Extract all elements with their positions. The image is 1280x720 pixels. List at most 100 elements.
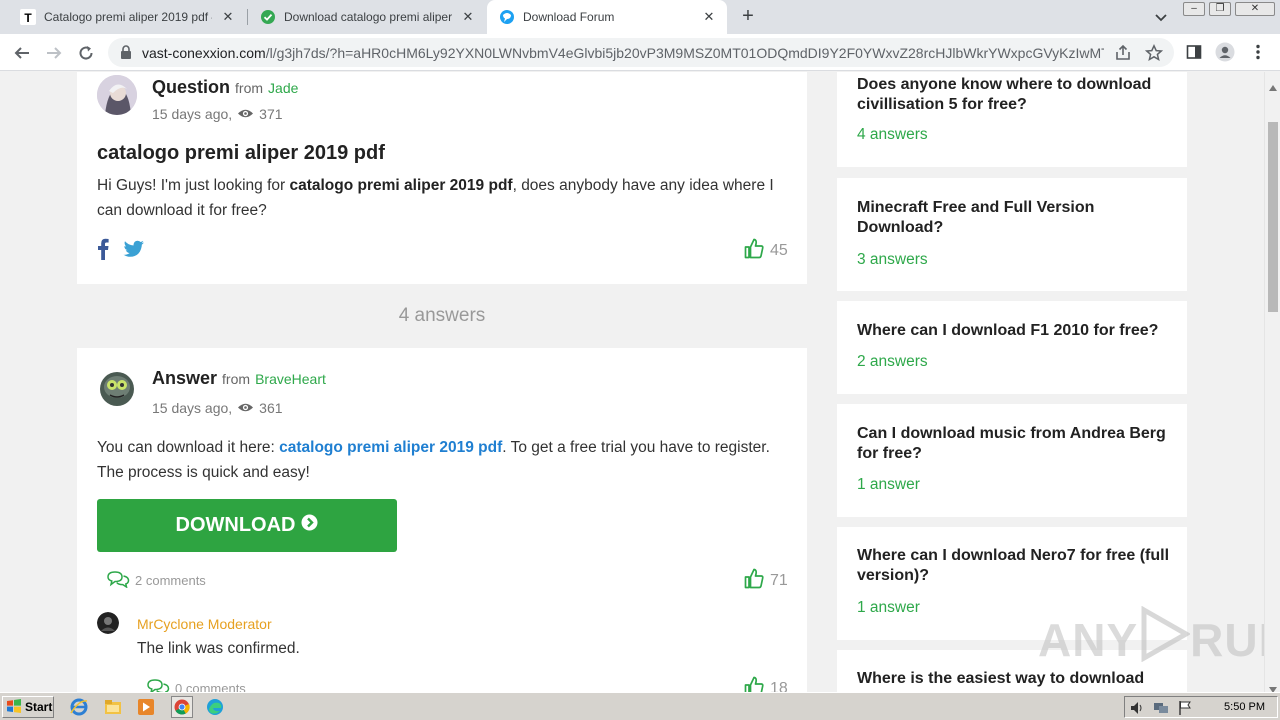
sidebar-question-card[interactable]: Can I download music from Andrea Berg fo… [837, 404, 1187, 517]
network-icon[interactable] [1153, 700, 1169, 720]
sidebar-question-card[interactable]: Minecraft Free and Full Version Download… [837, 178, 1187, 291]
sidebar-question-title[interactable]: Where can I download F1 2010 for free? [857, 321, 1172, 341]
sidebar-question-card[interactable]: Where can I download F1 2010 for free? 2… [837, 301, 1187, 394]
watermark-left-text: ANY [1038, 613, 1139, 666]
answer-like-button[interactable]: 71 [744, 567, 788, 594]
svg-text:T: T [24, 11, 32, 25]
moderator-like-count: 18 [770, 679, 788, 693]
forward-arrow-icon[interactable] [42, 41, 66, 65]
mrcyclone-avatar[interactable] [97, 612, 119, 634]
back-arrow-icon[interactable] [10, 41, 34, 65]
question-author-link[interactable]: Jade [268, 80, 298, 96]
question-body: Hi Guys! I'm just looking for catalogo p… [97, 173, 787, 223]
media-player-icon[interactable] [137, 698, 155, 716]
side-panel-icon[interactable] [1184, 42, 1204, 62]
edge-icon[interactable] [206, 698, 224, 716]
question-age: 15 days ago, [152, 106, 233, 122]
volume-icon[interactable] [1129, 700, 1145, 720]
internet-explorer-icon[interactable] [70, 698, 88, 716]
moderator-comments-link[interactable]: 0 comments [146, 678, 246, 692]
close-tab-icon[interactable]: ✕ [220, 9, 236, 25]
file-explorer-icon[interactable] [104, 698, 122, 716]
twitter-icon[interactable] [123, 240, 145, 263]
moderator-comments-count: 0 comments [175, 681, 246, 692]
chrome-taskbar-icon[interactable] [171, 696, 193, 718]
close-tab-icon[interactable]: ✕ [460, 9, 476, 25]
windows-logo-icon [6, 698, 22, 716]
close-window-button[interactable]: ✕ [1235, 2, 1275, 16]
telegraph-t-icon: T [20, 9, 36, 25]
system-tray: 5:50 PM [1124, 696, 1278, 718]
question-title: catalogo premi aliper 2019 pdf [97, 142, 385, 164]
answer-comments-link[interactable]: 2 comments [106, 570, 206, 591]
new-tab-button[interactable]: + [737, 6, 759, 28]
question-heading: Question from Jade [152, 77, 298, 98]
sidebar-question-title[interactable]: Where can I download Nero7 for free (ful… [857, 546, 1172, 586]
download-link[interactable]: catalogo premi aliper 2019 pdf [279, 439, 502, 456]
answer-card: Answer from BraveHeart 15 days ago, 361 … [77, 348, 807, 692]
moderator-like-button[interactable]: 18 [744, 675, 788, 692]
browser-toolbar: vast-conexxion.com/l/g3jh7ds/?h=aHR0cHM6… [0, 34, 1280, 71]
tab-search-chevron-icon[interactable] [1152, 8, 1170, 26]
sidebar-question-card[interactable]: Does anyone know where to download civil… [837, 72, 1187, 167]
tab-title: Download Forum [523, 10, 615, 24]
circle-chevron-right-icon [301, 514, 318, 537]
bookmark-star-icon[interactable] [1144, 43, 1164, 62]
comments-icon [106, 570, 130, 591]
url-text[interactable]: vast-conexxion.com/l/g3jh7ds/?h=aHR0cHM6… [142, 45, 1104, 61]
restore-button[interactable]: ❐ [1209, 2, 1231, 16]
facebook-icon[interactable] [97, 238, 109, 265]
scroll-down-arrow-icon[interactable] [1269, 680, 1277, 693]
answer-label: Answer [152, 368, 218, 388]
sidebar-answer-count[interactable]: 2 answers [857, 353, 928, 371]
share-icon[interactable] [1114, 44, 1132, 62]
sidebar-answer-count[interactable]: 3 answers [857, 251, 928, 269]
body-text: You can download it here: [97, 439, 280, 456]
moderator-comment-text: The link was confirmed. [137, 640, 300, 657]
minimize-button[interactable]: – [1183, 2, 1205, 16]
question-label: Question [152, 77, 231, 97]
answers-count: 4 answers [398, 305, 486, 326]
answer-age: 15 days ago, [152, 400, 233, 416]
tab-strip: T Catalogo premi aliper 2019 pdf – Tele … [0, 0, 1280, 34]
answer-views: 361 [259, 400, 283, 416]
scroll-up-arrow-icon[interactable] [1269, 78, 1277, 91]
sidebar-question-title[interactable]: Minecraft Free and Full Version Download… [857, 198, 1172, 238]
braveheart-avatar[interactable] [97, 368, 137, 408]
anyrun-watermark: ANY RUN [1038, 605, 1264, 673]
green-check-icon [260, 9, 276, 25]
watermark-right-text: RUN [1190, 613, 1264, 666]
address-bar[interactable]: vast-conexxion.com/l/g3jh7ds/?h=aHR0cHM6… [108, 38, 1174, 67]
from-label: from [235, 80, 264, 96]
question-like-button[interactable]: 45 [744, 237, 788, 264]
jade-avatar[interactable] [97, 75, 137, 115]
profile-avatar-icon[interactable] [1215, 42, 1235, 62]
question-meta: 15 days ago, 371 [152, 106, 283, 122]
sidebar-answer-count[interactable]: 1 answer [857, 476, 920, 494]
forum-chat-icon [499, 9, 515, 25]
kebab-menu-icon[interactable] [1248, 42, 1268, 62]
start-button[interactable]: Start [2, 696, 54, 718]
moderator-name[interactable]: MrCyclone Moderator [137, 616, 272, 632]
tab-download-catalogo[interactable]: Download catalogo premi aliper 2019 ✕ [248, 0, 486, 34]
page-scrollbar[interactable] [1264, 72, 1280, 693]
body-bold: catalogo premi aliper 2019 pdf [289, 177, 513, 194]
taskbar-clock[interactable]: 5:50 PM [1224, 701, 1265, 713]
sidebar-question-title[interactable]: Can I download music from Andrea Berg fo… [857, 424, 1172, 464]
lock-icon[interactable] [120, 45, 132, 64]
sidebar-answer-count[interactable]: 4 answers [857, 126, 928, 144]
tab-telegraph[interactable]: T Catalogo premi aliper 2019 pdf – Tele … [0, 0, 246, 34]
url-host: vast-conexxion.com [142, 45, 266, 61]
close-tab-icon[interactable]: ✕ [701, 9, 717, 25]
download-button[interactable]: DOWNLOAD [97, 499, 397, 552]
body-text: Hi Guys! I'm just looking for [97, 177, 290, 194]
flag-icon[interactable] [1177, 700, 1193, 720]
sidebar-answer-count[interactable]: 1 answer [857, 599, 920, 617]
reload-icon[interactable] [74, 41, 98, 65]
scroll-thumb[interactable] [1268, 122, 1278, 312]
tab-download-forum[interactable]: Download Forum ✕ [487, 0, 727, 34]
sidebar-question-title[interactable]: Does anyone know where to download civil… [857, 75, 1172, 115]
answer-author-link[interactable]: BraveHeart [255, 371, 326, 387]
answer-meta: 15 days ago, 361 [152, 400, 283, 416]
question-views: 371 [259, 106, 283, 122]
